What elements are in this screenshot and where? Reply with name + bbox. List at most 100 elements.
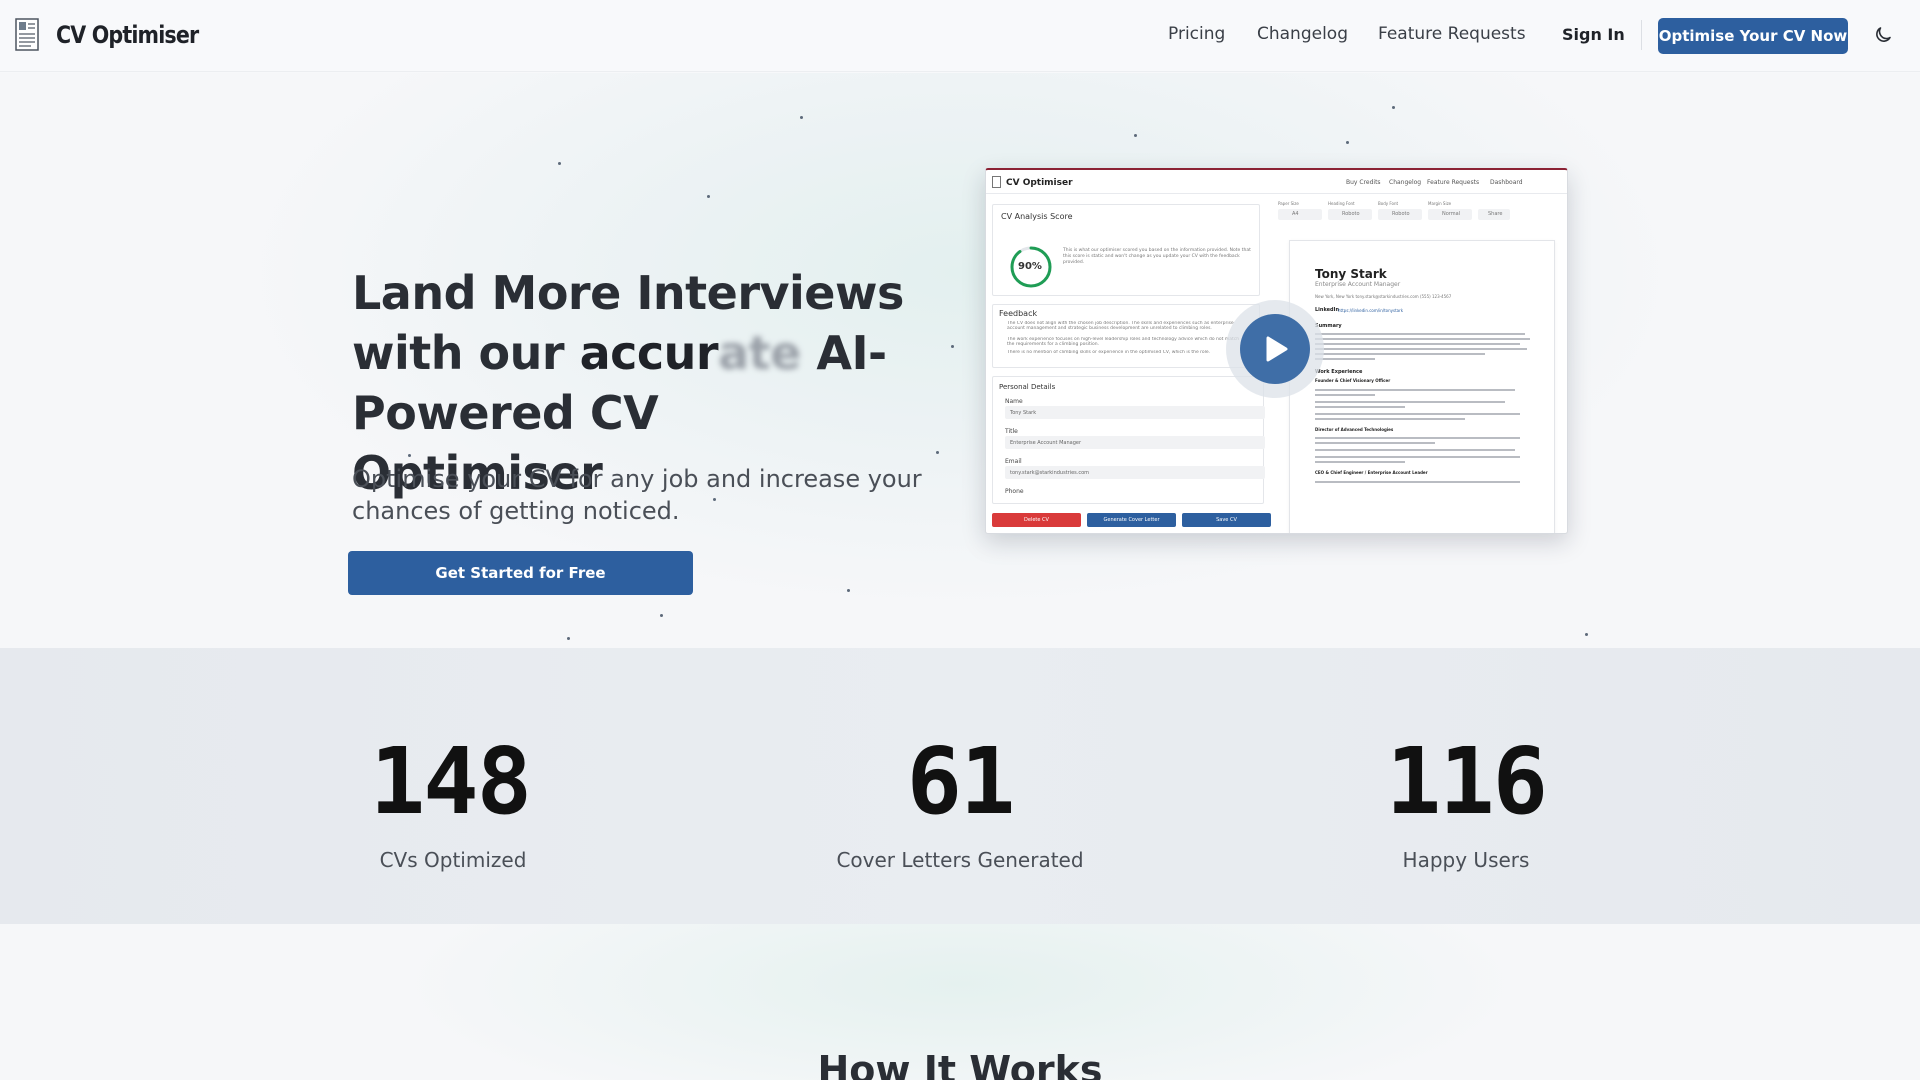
text-line: [1315, 333, 1525, 335]
delete-cv-button: Delete CV: [992, 513, 1081, 527]
text-line: [1315, 406, 1405, 408]
field-label: Phone: [1005, 488, 1024, 495]
text-line: [1315, 401, 1505, 403]
title-field: Enterprise Account Manager: [1005, 436, 1265, 449]
typed-word: accur: [579, 326, 719, 380]
document-logo-icon: [992, 176, 1001, 188]
cv-document: Tony Stark Enterprise Account Manager Ne…: [1289, 240, 1555, 533]
stat-cvs-value: 148: [369, 728, 532, 835]
decor-dot: [951, 345, 954, 348]
top-navbar: CV Optimiser Pricing Changelog Feature R…: [0, 0, 1920, 72]
nav-feature-requests[interactable]: Feature Requests: [1378, 24, 1526, 44]
cv-role: Enterprise Account Manager: [1315, 281, 1401, 288]
name-field: Tony Stark: [1005, 406, 1265, 419]
toolbar-label: Body Font: [1378, 201, 1399, 206]
score-title: CV Analysis Score: [1001, 212, 1073, 221]
sign-in-link[interactable]: Sign In: [1562, 25, 1625, 44]
text-line: [1315, 442, 1435, 444]
save-cv-button: Save CV: [1182, 513, 1271, 527]
text-line: [1315, 449, 1515, 451]
text-line: [1315, 461, 1405, 463]
cv-role-heading: CEO & Chief Engineer / Enterprise Accoun…: [1315, 470, 1428, 475]
text-line: [1315, 394, 1375, 396]
decor-dot: [847, 589, 850, 592]
text-line: [1315, 343, 1520, 345]
feedback-title: Feedback: [999, 309, 1038, 318]
preview-nav-dashboard: Dashboard: [1490, 179, 1523, 186]
feedback-item: The CV does not align with the chosen jo…: [1007, 321, 1234, 331]
hero-subtitle: Optimise your CV for any job and increas…: [352, 465, 922, 525]
text-line: [1315, 353, 1485, 355]
paper-size-select: A4: [1278, 209, 1322, 220]
moon-icon[interactable]: [1873, 25, 1893, 45]
stat-cvs-label: CVs Optimized: [379, 848, 527, 872]
typed-word-fade: ate: [718, 326, 801, 380]
optimise-cv-button[interactable]: Optimise Your CV Now: [1658, 18, 1848, 54]
cv-name: Tony Stark: [1315, 267, 1387, 281]
toolbar-label: Heading Font: [1328, 201, 1355, 206]
feedback-item: The work experience focuses on high-leve…: [1007, 337, 1240, 347]
field-label: Name: [1005, 398, 1023, 405]
preview-nav-feature: Feature Requests: [1427, 179, 1480, 186]
generate-cover-letter-button: Generate Cover Letter: [1087, 513, 1176, 527]
share-button: Share: [1478, 209, 1510, 220]
get-started-button[interactable]: Get Started for Free: [348, 551, 693, 595]
decor-dot: [567, 637, 570, 640]
hero-section: Land More Interviews with our accurate A…: [0, 73, 1920, 648]
cv-role-heading: Founder & Chief Visionary Officer: [1315, 378, 1391, 383]
field-label: Title: [1005, 428, 1018, 435]
text-line: [1315, 338, 1530, 340]
hero-title-post: AI-: [800, 326, 887, 380]
decor-dot: [660, 614, 663, 617]
text-line: [1315, 481, 1520, 483]
stat-letters-label: Cover Letters Generated: [836, 848, 1084, 872]
preview-header: CV Optimiser Buy Credits Changelog Featu…: [986, 170, 1567, 194]
hero-title-line1: Land More Interviews: [352, 266, 904, 320]
text-line: [1315, 389, 1515, 391]
nav-divider: [1641, 20, 1642, 50]
stat-users-label: Happy Users: [1402, 848, 1530, 872]
preview-brand: CV Optimiser: [1006, 178, 1073, 188]
decor-dot: [800, 116, 803, 119]
margin-size-select: Normal: [1428, 209, 1472, 220]
preview-nav-credits: Buy Credits: [1346, 179, 1381, 186]
play-icon: [1266, 336, 1288, 362]
text-line: [1315, 358, 1375, 360]
toolbar-label: Margin Size: [1428, 201, 1452, 206]
text-line: [1315, 437, 1520, 439]
nav-pricing[interactable]: Pricing: [1168, 24, 1225, 44]
decor-dot: [1585, 633, 1588, 636]
stat-letters-value: 61: [906, 728, 1016, 835]
preview-nav-changelog: Changelog: [1389, 179, 1422, 186]
stats-section: 148 CVs Optimized 61 Cover Letters Gener…: [0, 648, 1920, 924]
brand-name[interactable]: CV Optimiser: [56, 21, 199, 49]
stat-users-value: 116: [1385, 728, 1548, 835]
decor-dot: [558, 162, 561, 165]
text-line: [1315, 413, 1520, 415]
email-field: tony.stark@starkindustries.com: [1005, 466, 1265, 479]
personal-title: Personal Details: [999, 383, 1056, 391]
text-line: [1315, 348, 1527, 350]
nav-changelog[interactable]: Changelog: [1257, 24, 1348, 44]
document-logo-icon[interactable]: [15, 18, 41, 52]
how-it-works-section: How It Works: [0, 924, 1920, 1080]
personal-details-panel: Personal Details Name Tony Stark Title E…: [992, 376, 1265, 504]
text-line: [1315, 456, 1520, 458]
text-line: [1315, 418, 1465, 420]
feedback-panel: Feedback The CV does not align with the …: [992, 304, 1260, 368]
field-label: Email: [1005, 458, 1022, 465]
decor-dot: [936, 451, 939, 454]
heading-font-select: Roboto: [1328, 209, 1372, 220]
score-note: This is what our optimiser scored you ba…: [1063, 248, 1251, 265]
decor-dot: [707, 195, 710, 198]
cv-section-work: Work Experience: [1315, 369, 1363, 375]
decor-dot: [1392, 106, 1395, 109]
cv-linkedin-label: LinkedIn: [1315, 307, 1340, 313]
decor-dot: [1134, 134, 1137, 137]
score-panel: CV Analysis Score 90% This is what our o…: [992, 204, 1260, 296]
play-button[interactable]: [1240, 314, 1310, 384]
cv-contact: New York, New York tony.stark@starkindus…: [1315, 294, 1452, 299]
decor-dot: [1346, 141, 1349, 144]
toolbar-label: Paper Size: [1278, 201, 1299, 206]
how-it-works-title: How It Works: [817, 1048, 1103, 1080]
